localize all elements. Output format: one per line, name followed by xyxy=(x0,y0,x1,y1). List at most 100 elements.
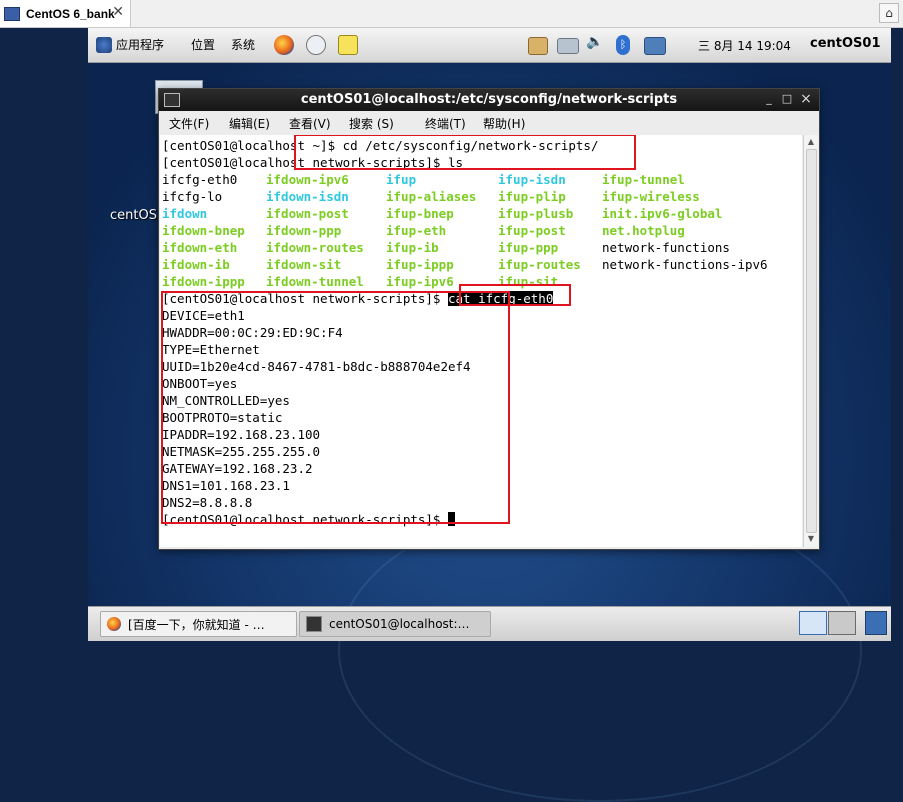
menu-view[interactable]: 查看(V) xyxy=(289,115,331,132)
ls-file-entry: ifup-routes xyxy=(498,257,581,272)
ls-file-entry: ifup-sit xyxy=(498,274,559,289)
host-tab-strip: CentOS 6_bank ✕ ⌂ xyxy=(0,0,903,28)
ls-file-entry: ifdown-isdn xyxy=(266,189,349,204)
config-line: GATEWAY=192.168.23.2 xyxy=(162,461,313,476)
close-tab-icon[interactable]: ✕ xyxy=(112,4,124,20)
cat-command: cat ifcfg-eth0 xyxy=(447,291,554,306)
scroll-thumb[interactable] xyxy=(806,149,817,533)
menu-file[interactable]: 文件(F) xyxy=(169,115,209,132)
ls-file-entry: ifdown-ipv6 xyxy=(266,172,349,187)
config-line: NETMASK=255.255.255.0 xyxy=(162,444,321,459)
ls-file-entry: ifdown-tunnel xyxy=(266,274,364,289)
ls-file-entry: net.hotplug xyxy=(602,223,685,238)
prompt-text: [centOS01@localhost network-scripts]$ xyxy=(162,291,448,306)
ls-file-entry: ifdown-routes xyxy=(266,240,364,255)
task-label: centOS01@localhost:… xyxy=(329,617,470,631)
host-tab-title: CentOS 6_bank xyxy=(26,6,115,21)
firefox-icon xyxy=(107,617,121,631)
ls-file-entry: ifup-tunnel xyxy=(602,172,685,187)
workspace-1[interactable] xyxy=(799,611,827,635)
trash-icon[interactable] xyxy=(865,611,887,635)
ls-file-entry: ifup-ppp xyxy=(498,240,559,255)
vm-icon xyxy=(4,6,20,21)
terminal-output[interactable]: [centOS01@localhost ~]$ cd /etc/sysconfi… xyxy=(160,135,802,547)
config-line: TYPE=Ethernet xyxy=(162,342,260,357)
host-tab-centos[interactable]: CentOS 6_bank ✕ xyxy=(0,0,131,27)
firefox-icon[interactable] xyxy=(274,35,294,55)
workspace-2[interactable] xyxy=(828,611,856,635)
terminal-window: centOS01@localhost:/etc/sysconfig/networ… xyxy=(158,88,820,550)
bottom-panel: [百度一下，你就知道 - … centOS01@localhost:… xyxy=(88,606,891,641)
ls-file-entry: ifup-bnep xyxy=(386,206,454,221)
menu-edit[interactable]: 编辑(E) xyxy=(229,115,270,132)
network-icon[interactable] xyxy=(557,38,579,54)
ls-file-entry: ifcfg-lo xyxy=(162,189,223,204)
menu-places[interactable]: 位置 xyxy=(191,36,215,53)
ls-file-entry: ifup-post xyxy=(498,223,566,238)
bluetooth-icon[interactable]: ᛒ xyxy=(616,35,630,55)
ls-file-entry: ifup-isdn xyxy=(498,172,566,187)
volume-icon[interactable]: 🔈 xyxy=(586,34,606,54)
menu-help[interactable]: 帮助(H) xyxy=(483,115,525,132)
applications-foot-icon[interactable] xyxy=(96,37,112,53)
terminal-menubar: 文件(F) 编辑(E) 查看(V) 搜索 (S) 终端(T) 帮助(H) xyxy=(159,111,819,133)
ls-file-entry: ifup xyxy=(386,172,417,187)
ls-file-entry: init.ipv6-global xyxy=(602,206,723,221)
config-line: UUID=1b20e4cd-8467-4781-b8dc-b888704e2ef… xyxy=(162,359,471,374)
ls-file-entry: ifup-ib xyxy=(386,240,439,255)
task-label: [百度一下，你就知道 - … xyxy=(128,617,265,632)
config-line: IPADDR=192.168.23.100 xyxy=(162,427,321,442)
top-panel: 应用程序 位置 系统 🔈 ᛒ 三 8月 14 19:04 centOS01 xyxy=(88,28,891,63)
terminal-line-cat: [centOS01@localhost network-scripts]$ ca… xyxy=(162,290,554,307)
maximize-button[interactable]: □ xyxy=(780,92,794,106)
config-line: NM_CONTROLLED=yes xyxy=(162,393,290,408)
ls-file-entry: ifup-eth xyxy=(386,223,447,238)
scroll-up-icon[interactable]: ▲ xyxy=(805,136,817,148)
config-line: HWADDR=00:0C:29:ED:9C:F4 xyxy=(162,325,343,340)
ls-file-entry: ifcfg-eth0 xyxy=(162,172,238,187)
user-name[interactable]: centOS01 xyxy=(810,36,881,51)
ls-file-entry: ifdown-sit xyxy=(266,257,342,272)
prompt-text-final: [centOS01@localhost network-scripts]$ xyxy=(162,512,448,527)
scroll-down-icon[interactable]: ▼ xyxy=(805,533,817,545)
menu-system[interactable]: 系统 xyxy=(231,36,255,53)
menu-applications[interactable]: 应用程序 xyxy=(116,36,164,53)
close-button[interactable]: × xyxy=(799,92,813,106)
terminal-line-cd: [centOS01@localhost ~]$ cd /etc/sysconfi… xyxy=(162,138,599,153)
clock[interactable]: 三 8月 14 19:04 xyxy=(698,37,791,54)
terminal-icon xyxy=(306,616,322,632)
terminal-title: centOS01@localhost:/etc/sysconfig/networ… xyxy=(300,92,678,107)
ls-file-entry: ifdown-post xyxy=(266,206,349,221)
config-line: ONBOOT=yes xyxy=(162,376,238,391)
mail-icon[interactable] xyxy=(306,35,326,55)
terminal-titlebar[interactable]: centOS01@localhost:/etc/sysconfig/networ… xyxy=(159,89,819,111)
ls-file-entry: ifdown-ib xyxy=(162,257,230,272)
terminal-line-prompt: [centOS01@localhost network-scripts]$ xyxy=(162,511,455,528)
terminal-scrollbar[interactable]: ▲ ▼ xyxy=(803,135,818,547)
menu-search[interactable]: 搜索 (S) xyxy=(349,115,394,132)
menu-terminal[interactable]: 终端(T) xyxy=(425,115,466,132)
guest-desktop: 应用程序 位置 系统 🔈 ᛒ 三 8月 14 19:04 centOS01 ce… xyxy=(88,28,891,802)
ls-file-entry: ifdown-ppp xyxy=(266,223,342,238)
desktop-icon-label[interactable]: centOS xyxy=(110,208,157,223)
home-button[interactable]: ⌂ xyxy=(879,3,899,23)
printer-icon[interactable] xyxy=(528,37,548,55)
ls-file-entry: ifup-wireless xyxy=(602,189,700,204)
ls-file-entry: ifdown-ippp xyxy=(162,274,245,289)
config-line: DNS2=8.8.8.8 xyxy=(162,495,253,510)
task-firefox[interactable]: [百度一下，你就知道 - … xyxy=(100,611,297,637)
config-line: DNS1=101.168.23.1 xyxy=(162,478,290,493)
task-terminal[interactable]: centOS01@localhost:… xyxy=(299,611,491,637)
terminal-line-ls: [centOS01@localhost network-scripts]$ ls xyxy=(162,155,464,170)
ls-file-entry: ifdown-bnep xyxy=(162,223,245,238)
terminal-cursor xyxy=(447,512,455,526)
ls-file-entry: network-functions xyxy=(602,240,730,255)
ls-file-entry: ifup-aliases xyxy=(386,189,477,204)
display-icon[interactable] xyxy=(644,37,666,55)
ls-file-entry: ifup-plip xyxy=(498,189,566,204)
ls-file-entry: ifup-plusb xyxy=(498,206,574,221)
minimize-button[interactable]: _ xyxy=(762,92,776,106)
notes-icon[interactable] xyxy=(338,35,358,55)
ls-file-entry: ifup-ipv6 xyxy=(386,274,454,289)
config-line: BOOTPROTO=static xyxy=(162,410,283,425)
